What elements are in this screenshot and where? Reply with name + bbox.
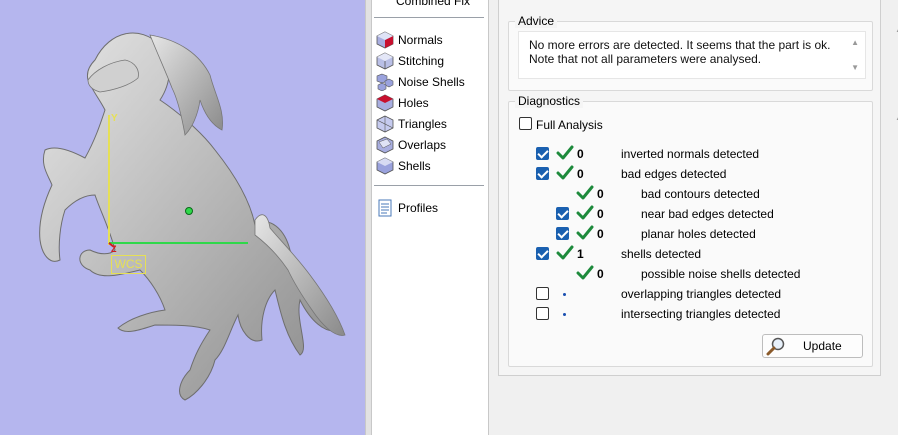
intersecting-triangles-checkbox[interactable] bbox=[536, 307, 549, 320]
noise-shells-label: possible noise shells detected bbox=[641, 267, 801, 281]
axis-z-label: Z bbox=[111, 244, 117, 254]
pending-dot-icon bbox=[563, 313, 566, 316]
panel-splitter[interactable] bbox=[365, 0, 372, 435]
tree-item-label: Noise Shells bbox=[398, 75, 465, 89]
full-analysis-label: Full Analysis bbox=[536, 118, 603, 132]
scroll-up-icon[interactable]: ▲ bbox=[851, 38, 859, 47]
intersecting-triangles-label: intersecting triangles detected bbox=[621, 307, 781, 321]
check-icon bbox=[576, 185, 594, 200]
check-icon bbox=[556, 165, 574, 180]
shells-cube-icon bbox=[376, 157, 394, 175]
planar-holes-label: planar holes detected bbox=[641, 227, 756, 241]
3d-viewport[interactable]: Y Z WCS bbox=[0, 0, 365, 435]
overlapping-triangles-label: overlapping triangles detected bbox=[621, 287, 782, 301]
advice-title: Advice bbox=[515, 14, 558, 28]
stitching-cube-icon bbox=[376, 52, 394, 70]
check-icon bbox=[576, 265, 594, 280]
shells-label: shells detected bbox=[621, 247, 702, 261]
advice-group: Advice No more errors are detected. It s… bbox=[508, 14, 873, 91]
tree-item-profiles[interactable]: Profiles bbox=[376, 198, 438, 218]
tree-item-label: Overlaps bbox=[398, 138, 447, 152]
check-icon bbox=[576, 225, 594, 240]
wcs-axes bbox=[108, 115, 248, 248]
noise-shells-icon bbox=[376, 73, 394, 91]
tree-item-label: Profiles bbox=[398, 201, 439, 215]
pivot-point bbox=[185, 207, 193, 215]
holes-cube-icon bbox=[376, 94, 394, 112]
diagnostics-title: Diagnostics bbox=[515, 94, 584, 108]
tree-item-label: Stitching bbox=[398, 54, 445, 68]
wcs-label: WCS bbox=[111, 255, 146, 274]
axis-y-label: Y bbox=[111, 113, 118, 124]
update-button[interactable]: Update bbox=[762, 334, 863, 358]
advice-text: No more errors are detected. It seems th… bbox=[529, 38, 831, 66]
normals-cube-icon bbox=[376, 31, 394, 49]
bad-edges-count: 0 bbox=[577, 167, 584, 181]
overlaps-cube-icon bbox=[376, 136, 394, 154]
properties-panel: Advice No more errors are detected. It s… bbox=[489, 0, 898, 435]
tree-item-stitching[interactable]: Stitching bbox=[376, 51, 444, 71]
check-icon bbox=[576, 205, 594, 220]
triangles-cube-icon bbox=[376, 115, 394, 133]
overlapping-triangles-checkbox[interactable] bbox=[536, 287, 549, 300]
tree-separator bbox=[374, 185, 484, 186]
bad-edges-label: bad edges detected bbox=[621, 167, 727, 181]
tree-item-label: Holes bbox=[398, 96, 429, 110]
check-icon bbox=[556, 145, 574, 160]
tree-item-combined-fix[interactable]: Combined Fix bbox=[396, 0, 470, 8]
planar-holes-count: 0 bbox=[597, 227, 604, 241]
tree-item-holes[interactable]: Holes bbox=[376, 93, 429, 113]
shells-checkbox[interactable] bbox=[536, 247, 549, 260]
check-icon bbox=[556, 245, 574, 260]
document-icon bbox=[378, 199, 392, 217]
diagnostics-group: Diagnostics Full Analysis 0 inverted nor… bbox=[508, 94, 873, 367]
bad-contours-label: bad contours detected bbox=[641, 187, 760, 201]
tree-item-triangles[interactable]: Triangles bbox=[376, 114, 447, 134]
fix-wizard-card: Advice No more errors are detected. It s… bbox=[498, 0, 898, 376]
near-bad-edges-label: near bad edges detected bbox=[641, 207, 774, 221]
inverted-normals-count: 0 bbox=[577, 147, 584, 161]
tree-item-normals[interactable]: Normals bbox=[376, 30, 443, 50]
noise-shells-count: 0 bbox=[597, 267, 604, 281]
near-bad-edges-checkbox[interactable] bbox=[556, 207, 569, 220]
tree-item-label: Triangles bbox=[398, 117, 447, 131]
inverted-normals-label: inverted normals detected bbox=[621, 147, 760, 161]
tree-item-label: Shells bbox=[398, 159, 431, 173]
update-button-label: Update bbox=[803, 339, 842, 353]
advice-textbox[interactable]: No more errors are detected. It seems th… bbox=[518, 31, 866, 79]
pending-dot-icon bbox=[563, 293, 566, 296]
tree-item-overlaps[interactable]: Overlaps bbox=[376, 135, 446, 155]
bad-edges-checkbox[interactable] bbox=[536, 167, 549, 180]
inverted-normals-checkbox[interactable] bbox=[536, 147, 549, 160]
shells-count: 1 bbox=[577, 247, 584, 261]
full-analysis-checkbox[interactable] bbox=[519, 117, 532, 130]
scroll-down-icon[interactable]: ▼ bbox=[851, 63, 859, 72]
tools-tree: Combined Fix Normals Stitching Noise She… bbox=[372, 0, 489, 435]
bad-contours-count: 0 bbox=[597, 187, 604, 201]
planar-holes-checkbox[interactable] bbox=[556, 227, 569, 240]
tree-separator bbox=[374, 17, 484, 18]
near-bad-edges-count: 0 bbox=[597, 207, 604, 221]
tree-item-shells[interactable]: Shells bbox=[376, 156, 431, 176]
magnifier-icon bbox=[766, 337, 785, 356]
tree-item-noise-shells[interactable]: Noise Shells bbox=[376, 72, 465, 92]
tree-item-label: Normals bbox=[398, 33, 443, 47]
